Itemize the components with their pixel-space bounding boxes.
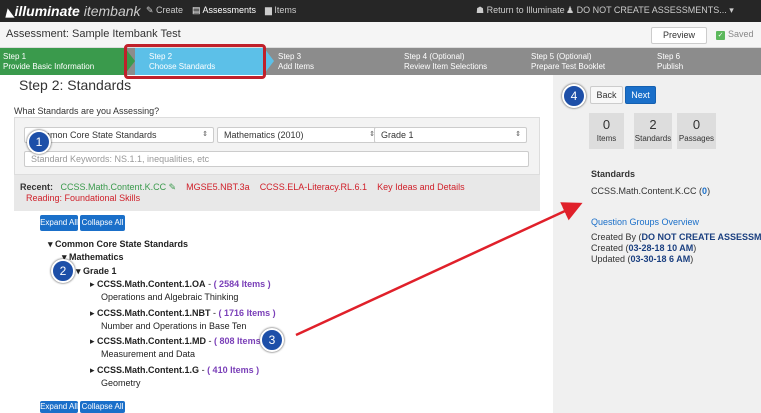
arrow-line: [295, 202, 583, 337]
callout-badge: 1: [27, 130, 51, 154]
callout-badge: 2: [51, 259, 75, 283]
annotation-arrow: [295, 202, 583, 337]
callout-badge: 4: [562, 84, 586, 108]
callout-badge: 3: [260, 328, 284, 352]
